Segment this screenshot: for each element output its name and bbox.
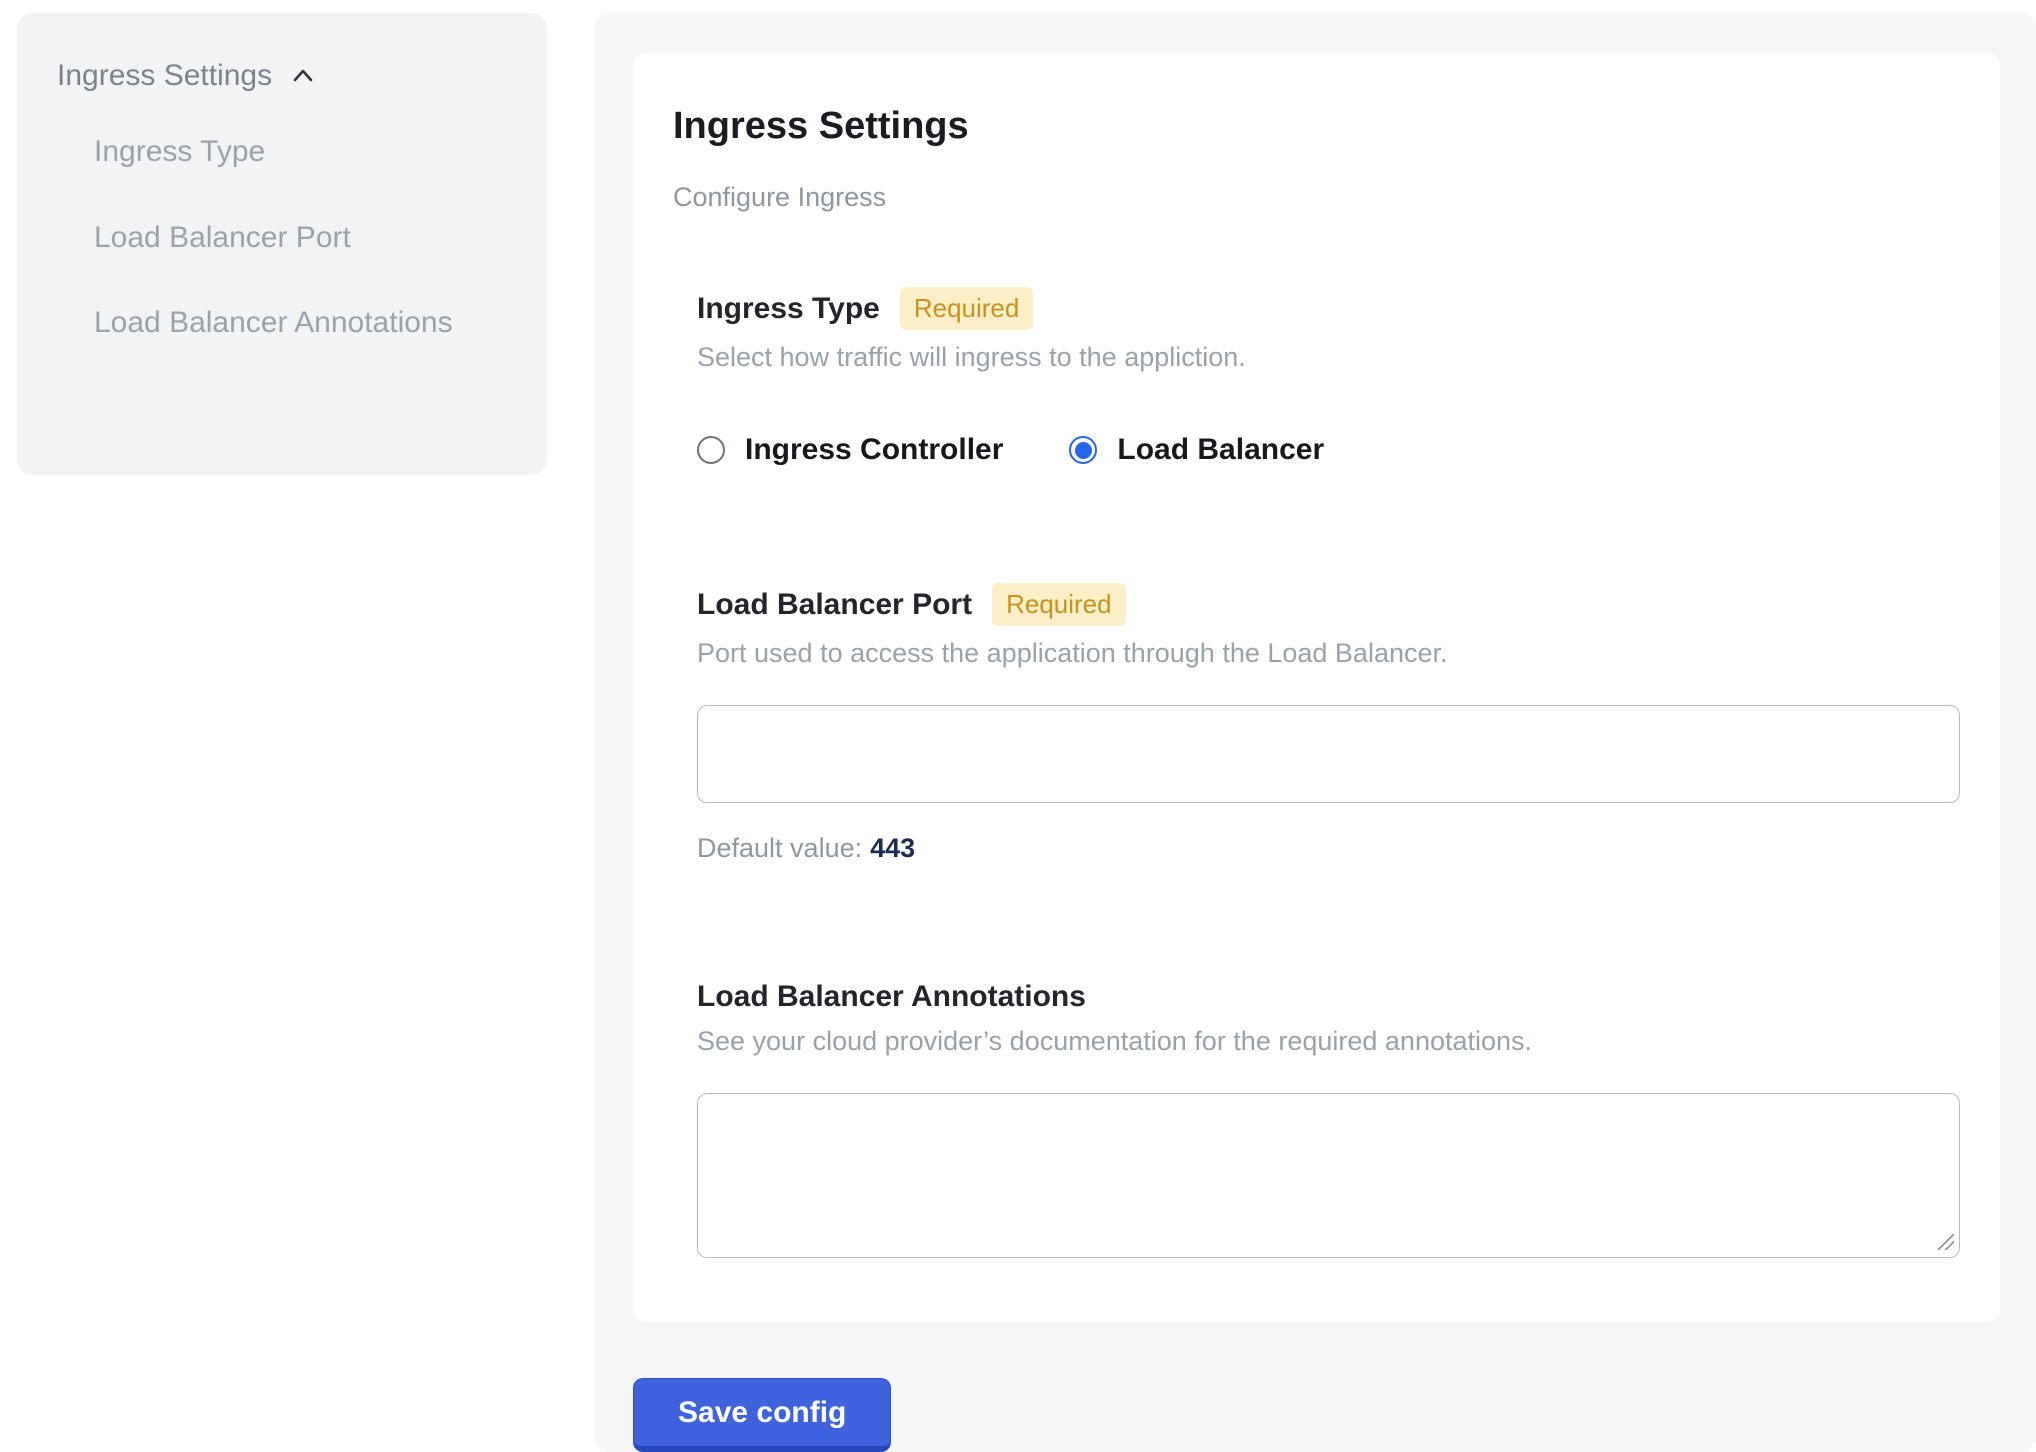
sidebar-section-label: Ingress Settings — [57, 59, 272, 93]
lb-annotations-description: See your cloud provider’s documentation … — [697, 1026, 1960, 1057]
sidebar-section-toggle[interactable]: Ingress Settings — [57, 59, 507, 93]
ingress-settings-card: Ingress Settings Configure Ingress Ingre… — [633, 53, 2000, 1322]
default-label: Default value: — [697, 833, 862, 863]
ingress-type-description: Select how traffic will ingress to the a… — [697, 342, 1960, 373]
required-badge: Required — [900, 287, 1034, 330]
section-lb-port: Load Balancer Port Required Port used to… — [697, 583, 1960, 864]
page-title: Ingress Settings — [673, 105, 1960, 148]
radio-unselected-icon — [697, 436, 725, 464]
sidebar-item-lb-port[interactable]: Load Balancer Port — [94, 209, 464, 268]
sidebar-item-ingress-type[interactable]: Ingress Type — [94, 123, 464, 182]
ingress-type-radio-group: Ingress Controller Load Balancer — [697, 433, 1960, 467]
chevron-up-icon — [288, 61, 318, 91]
radio-option-label: Load Balancer — [1117, 433, 1324, 467]
radio-option-1[interactable]: Load Balancer — [1069, 433, 1324, 467]
section-lb-annotations: Load Balancer Annotations See your cloud… — [697, 980, 1960, 1258]
required-badge: Required — [992, 583, 1126, 626]
lb-port-default-line: Default value: 443 — [697, 833, 1960, 864]
radio-option-0[interactable]: Ingress Controller — [697, 433, 1003, 467]
ingress-type-title: Ingress Type — [697, 292, 880, 326]
lb-annotations-title: Load Balancer Annotations — [697, 980, 1086, 1014]
page: Ingress Settings Ingress Type Load Balan… — [0, 0, 2036, 1452]
radio-selected-icon — [1069, 436, 1097, 464]
lb-port-input[interactable] — [697, 705, 1960, 803]
lb-port-description: Port used to access the application thro… — [697, 638, 1960, 669]
lb-port-title: Load Balancer Port — [697, 588, 972, 622]
lb-annotations-textarea-wrap — [697, 1093, 1960, 1258]
lb-annotations-textarea[interactable] — [697, 1093, 1960, 1258]
main-panel: Ingress Settings Configure Ingress Ingre… — [595, 13, 2036, 1452]
radio-option-label: Ingress Controller — [745, 433, 1003, 467]
default-value: 443 — [870, 833, 915, 863]
section-ingress-type: Ingress Type Required Select how traffic… — [697, 287, 1960, 467]
settings-nav-sidebar: Ingress Settings Ingress Type Load Balan… — [17, 13, 547, 475]
sidebar-item-lb-annotations[interactable]: Load Balancer Annotations — [94, 294, 464, 353]
save-config-button[interactable]: Save config — [633, 1378, 891, 1452]
sidebar-items: Ingress Type Load Balancer Port Load Bal… — [57, 123, 507, 353]
page-subtitle: Configure Ingress — [673, 182, 1960, 213]
